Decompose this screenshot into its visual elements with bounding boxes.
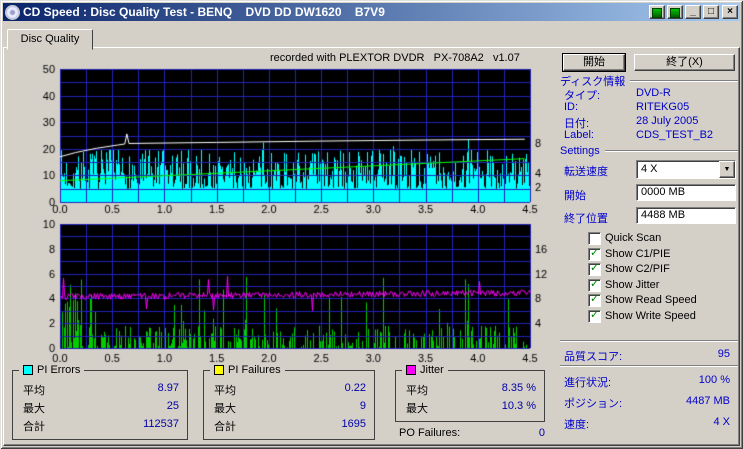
stat-label: 合計 — [23, 421, 45, 433]
stat-label: 最大 — [406, 403, 428, 415]
legend-title-text: Jitter — [420, 364, 444, 376]
check-icon: ✓ — [590, 262, 600, 274]
stat-label: 平均 — [406, 385, 428, 397]
separator — [560, 365, 738, 367]
separator — [560, 340, 738, 342]
progress-value: 100 % — [698, 374, 730, 386]
quality-score-value: 95 — [717, 348, 730, 360]
disc-date-value: 28 July 2005 — [636, 115, 699, 127]
start-pos-input[interactable]: 0000 MB — [636, 184, 736, 201]
minimize-button[interactable]: _ — [685, 5, 701, 19]
maximize-button[interactable]: □ — [703, 5, 719, 19]
stat-value: 8.35 % — [501, 382, 536, 394]
checkbox-box[interactable]: ✓ — [588, 309, 601, 323]
close-button[interactable]: × — [722, 5, 738, 19]
checkbox-label: Show C1/PIE — [605, 248, 671, 260]
settings-header-text: Settings — [560, 145, 600, 157]
stat-label: 最大 — [214, 403, 236, 415]
disc-label-value: CDS_TEST_B2 — [636, 129, 714, 141]
legend-title-text: PI Failures — [228, 364, 281, 376]
app-cd-icon — [5, 4, 20, 20]
stat-value: 25 — [166, 400, 179, 412]
po-failures-label: PO Failures: — [399, 427, 461, 439]
pi-errors-legend-box: PI Errors 平均 8.97 最大 25 合計 112537 — [12, 364, 188, 440]
checkbox-box[interactable]: ✓ — [588, 262, 601, 276]
jitter-legend-box: Jitter 平均 8.35 % 最大 10.3 % — [395, 364, 545, 422]
pi-errors-legend-title: PI Errors — [19, 364, 85, 376]
pi-failures-jitter-chart — [6, 216, 559, 364]
settings-header: Settings — [560, 145, 738, 157]
end-pos-input[interactable]: 4488 MB — [636, 207, 736, 224]
position-value: 4487 MB — [685, 395, 730, 407]
speed-select-value: 4 X — [641, 163, 658, 175]
exit-button[interactable]: 終了(X) — [634, 54, 735, 71]
titlebar-extra-icon-2[interactable] — [667, 5, 683, 19]
tab-disc-quality[interactable]: Disc Quality — [7, 29, 93, 50]
titlebar[interactable]: CD Speed : Disc Quality Test - BENQ DVD … — [3, 3, 740, 21]
checkbox-box[interactable]: ✓ — [588, 232, 601, 245]
start-button[interactable]: 開始 — [562, 53, 626, 72]
stat-label: 平均 — [214, 385, 236, 397]
stat-value: 112537 — [143, 418, 179, 430]
pi-errors-swatch — [23, 365, 33, 375]
checkbox-box[interactable]: ✓ — [588, 247, 601, 261]
app-window: CD Speed : Disc Quality Test - BENQ DVD … — [0, 0, 743, 449]
stat-label: 平均 — [23, 385, 45, 397]
stat-label: 合計 — [214, 421, 236, 433]
legend-title-text: PI Errors — [37, 364, 81, 376]
stat-value: 0.22 — [344, 382, 366, 394]
checkbox-label: Show C2/PIF — [605, 263, 670, 275]
po-failures-row: PO Failures: 0 — [399, 427, 545, 441]
checkbox-label: Show Jitter — [605, 279, 660, 291]
check-icon: ✓ — [590, 309, 600, 321]
checkbox-box[interactable]: ✓ — [588, 278, 601, 292]
jitter-swatch — [406, 365, 416, 375]
speed-status-value: 4 X — [713, 416, 730, 428]
jitter-legend-title: Jitter — [402, 364, 448, 376]
window-title: CD Speed : Disc Quality Test - BENQ DVD … — [23, 5, 385, 19]
stat-label: 最大 — [23, 403, 45, 415]
checkbox-label: Quick Scan — [605, 232, 662, 244]
stat-value: 1695 — [341, 418, 366, 430]
check-icon: ✓ — [590, 247, 600, 259]
stat-value: 9 — [359, 400, 366, 412]
disc-type-value: DVD-R — [636, 87, 671, 99]
disc-label-label: Label: — [564, 129, 594, 141]
green-grid-icon — [670, 8, 680, 18]
titlebar-extra-icon-1[interactable] — [649, 5, 665, 19]
pi-failures-swatch — [214, 365, 224, 375]
start-pos-label: 開始 — [564, 190, 586, 202]
checkbox-box[interactable]: ✓ — [588, 293, 601, 307]
speed-label: 転送速度 — [564, 166, 608, 178]
green-grid-icon — [652, 8, 662, 18]
stat-value: 8.97 — [157, 382, 179, 394]
check-icon: ✓ — [590, 293, 600, 305]
chevron-down-icon[interactable]: ▼ — [719, 161, 735, 178]
po-failures-value: 0 — [538, 427, 545, 439]
checkbox-label: Show Read Speed — [605, 294, 697, 306]
pi-failures-legend-title: PI Failures — [210, 364, 285, 376]
speed-select[interactable]: 4 X ▼ — [636, 160, 736, 179]
pi-failures-legend-box: PI Failures 平均 0.22 最大 9 合計 1695 — [203, 364, 375, 440]
end-pos-label: 終了位置 — [564, 213, 608, 225]
check-icon: ✓ — [590, 278, 600, 290]
disc-id-label: ID: — [564, 101, 579, 113]
checkbox-label: Show Write Speed — [605, 310, 696, 322]
disc-id-value: RITEKG05 — [636, 101, 690, 113]
pi-errors-chart — [6, 63, 559, 215]
stat-value: 10.3 % — [501, 400, 536, 412]
